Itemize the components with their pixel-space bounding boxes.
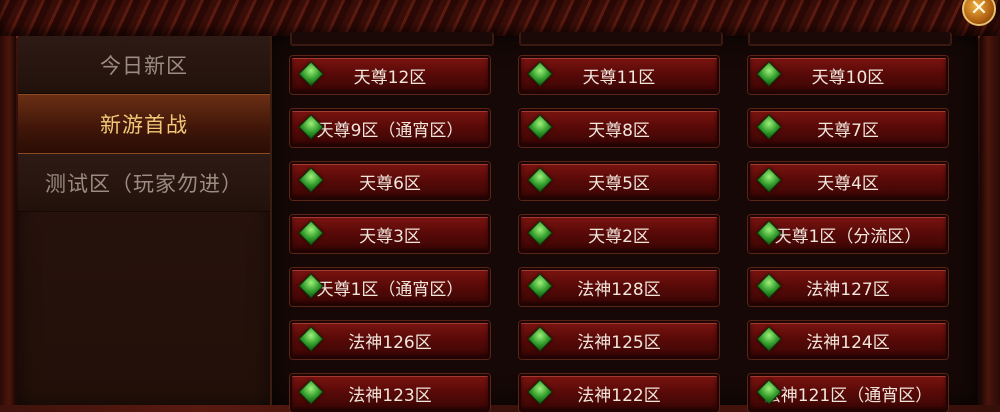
server-status-icon bbox=[756, 273, 782, 299]
server-button[interactable]: 天尊1区（通宵区） bbox=[290, 268, 490, 306]
server-button[interactable]: 法神123区 bbox=[290, 374, 490, 412]
server-button[interactable]: 天尊3区 bbox=[290, 215, 490, 253]
server-button[interactable]: 天尊10区 bbox=[748, 56, 948, 94]
server-name: 法神128区 bbox=[577, 279, 661, 300]
tab-new-game-first-battle[interactable]: 新游首战 bbox=[18, 94, 270, 154]
server-status-icon bbox=[527, 114, 553, 140]
server-name: 法神124区 bbox=[806, 332, 890, 353]
server-status-icon bbox=[527, 167, 553, 193]
server-name: 法神125区 bbox=[577, 332, 661, 353]
server-button[interactable]: 法神128区 bbox=[519, 268, 719, 306]
window-left-frame bbox=[0, 36, 16, 405]
server-name: 天尊9区（通宵区） bbox=[316, 120, 464, 141]
server-status-icon bbox=[756, 61, 782, 87]
server-status-icon bbox=[527, 273, 553, 299]
server-name: 天尊7区 bbox=[817, 120, 879, 141]
server-name: 法神126区 bbox=[348, 332, 432, 353]
server-name: 法神127区 bbox=[806, 279, 890, 300]
server-name: 天尊2区 bbox=[588, 226, 650, 247]
tab-today-new[interactable]: 今日新区 bbox=[18, 36, 270, 94]
server-name: 天尊10区 bbox=[811, 67, 885, 88]
tab-test-zone[interactable]: 测试区（玩家勿进） bbox=[18, 154, 270, 212]
server-status-icon bbox=[298, 61, 324, 87]
server-name: 法神121区（通宵区） bbox=[763, 385, 933, 406]
server-name: 天尊11区 bbox=[582, 67, 656, 88]
server-status-icon bbox=[527, 61, 553, 87]
server-list-panel: 天尊12区 天尊11区 天尊10区天尊9区（通宵区） 天尊8区 天尊7区天尊6区 天尊5区… bbox=[272, 32, 978, 412]
server-button[interactable]: 天尊1区（分流区） bbox=[748, 215, 948, 253]
server-status-icon bbox=[756, 167, 782, 193]
server-button[interactable]: 天尊7区 bbox=[748, 109, 948, 147]
server-name: 天尊5区 bbox=[588, 173, 650, 194]
server-name: 天尊1区（通宵区） bbox=[316, 279, 464, 300]
server-status-icon bbox=[527, 379, 553, 405]
server-button[interactable]: 法神127区 bbox=[748, 268, 948, 306]
server-button[interactable]: 天尊4区 bbox=[748, 162, 948, 200]
server-button[interactable]: 天尊9区（通宵区） bbox=[290, 109, 490, 147]
server-button[interactable]: 天尊5区 bbox=[519, 162, 719, 200]
server-name: 法神123区 bbox=[348, 385, 432, 406]
server-status-icon bbox=[756, 114, 782, 140]
server-status-icon bbox=[298, 379, 324, 405]
partial-server-button[interactable] bbox=[519, 32, 723, 46]
server-button[interactable]: 法神125区 bbox=[519, 321, 719, 359]
partial-server-button[interactable] bbox=[290, 32, 494, 46]
server-status-icon bbox=[527, 220, 553, 246]
server-button[interactable]: 法神126区 bbox=[290, 321, 490, 359]
server-name: 天尊12区 bbox=[353, 67, 427, 88]
server-status-icon bbox=[298, 167, 324, 193]
tab-label: 今日新区 bbox=[100, 53, 188, 78]
tab-label: 测试区（玩家勿进） bbox=[45, 171, 243, 196]
server-button[interactable]: 天尊11区 bbox=[519, 56, 719, 94]
server-status-icon bbox=[527, 326, 553, 352]
server-status-icon bbox=[298, 220, 324, 246]
server-button[interactable]: 天尊6区 bbox=[290, 162, 490, 200]
server-button[interactable]: 天尊8区 bbox=[519, 109, 719, 147]
window-right-frame bbox=[980, 36, 1000, 405]
server-status-icon bbox=[756, 326, 782, 352]
server-button[interactable]: 法神122区 bbox=[519, 374, 719, 412]
server-category-sidebar: 今日新区 新游首战 测试区（玩家勿进） bbox=[18, 36, 272, 405]
scrolled-row-above bbox=[272, 32, 978, 48]
server-name: 天尊1区（分流区） bbox=[774, 226, 922, 247]
server-button[interactable]: 法神121区（通宵区） bbox=[748, 374, 948, 412]
partial-server-button[interactable] bbox=[748, 32, 952, 46]
server-name: 天尊8区 bbox=[588, 120, 650, 141]
server-button[interactable]: 天尊2区 bbox=[519, 215, 719, 253]
server-status-icon bbox=[298, 326, 324, 352]
close-icon: ✕ bbox=[969, 0, 989, 21]
server-name: 天尊3区 bbox=[359, 226, 421, 247]
server-button[interactable]: 法神124区 bbox=[748, 321, 948, 359]
server-name: 天尊6区 bbox=[359, 173, 421, 194]
server-name: 天尊4区 bbox=[817, 173, 879, 194]
server-name: 法神122区 bbox=[577, 385, 661, 406]
server-button[interactable]: 天尊12区 bbox=[290, 56, 490, 94]
tab-label: 新游首战 bbox=[100, 113, 188, 137]
